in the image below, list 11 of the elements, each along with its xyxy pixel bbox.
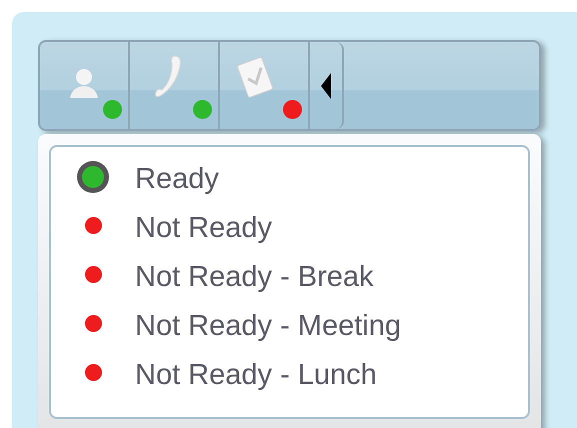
status-option[interactable]: Not Ready	[51, 212, 528, 261]
status-option[interactable]: Not Ready - Break	[51, 261, 528, 310]
status-label: Not Ready - Meeting	[135, 310, 401, 342]
status-label: Not Ready	[135, 212, 272, 244]
status-label: Not Ready - Lunch	[135, 359, 377, 391]
caret-icon	[321, 72, 331, 98]
status-label: Ready	[135, 163, 219, 195]
status-label: Not Ready - Break	[135, 261, 374, 293]
status-option[interactable]: Not Ready - Meeting	[51, 310, 528, 359]
status-option[interactable]: Ready	[51, 163, 528, 212]
status-option[interactable]: Not Ready - Lunch	[51, 359, 528, 408]
